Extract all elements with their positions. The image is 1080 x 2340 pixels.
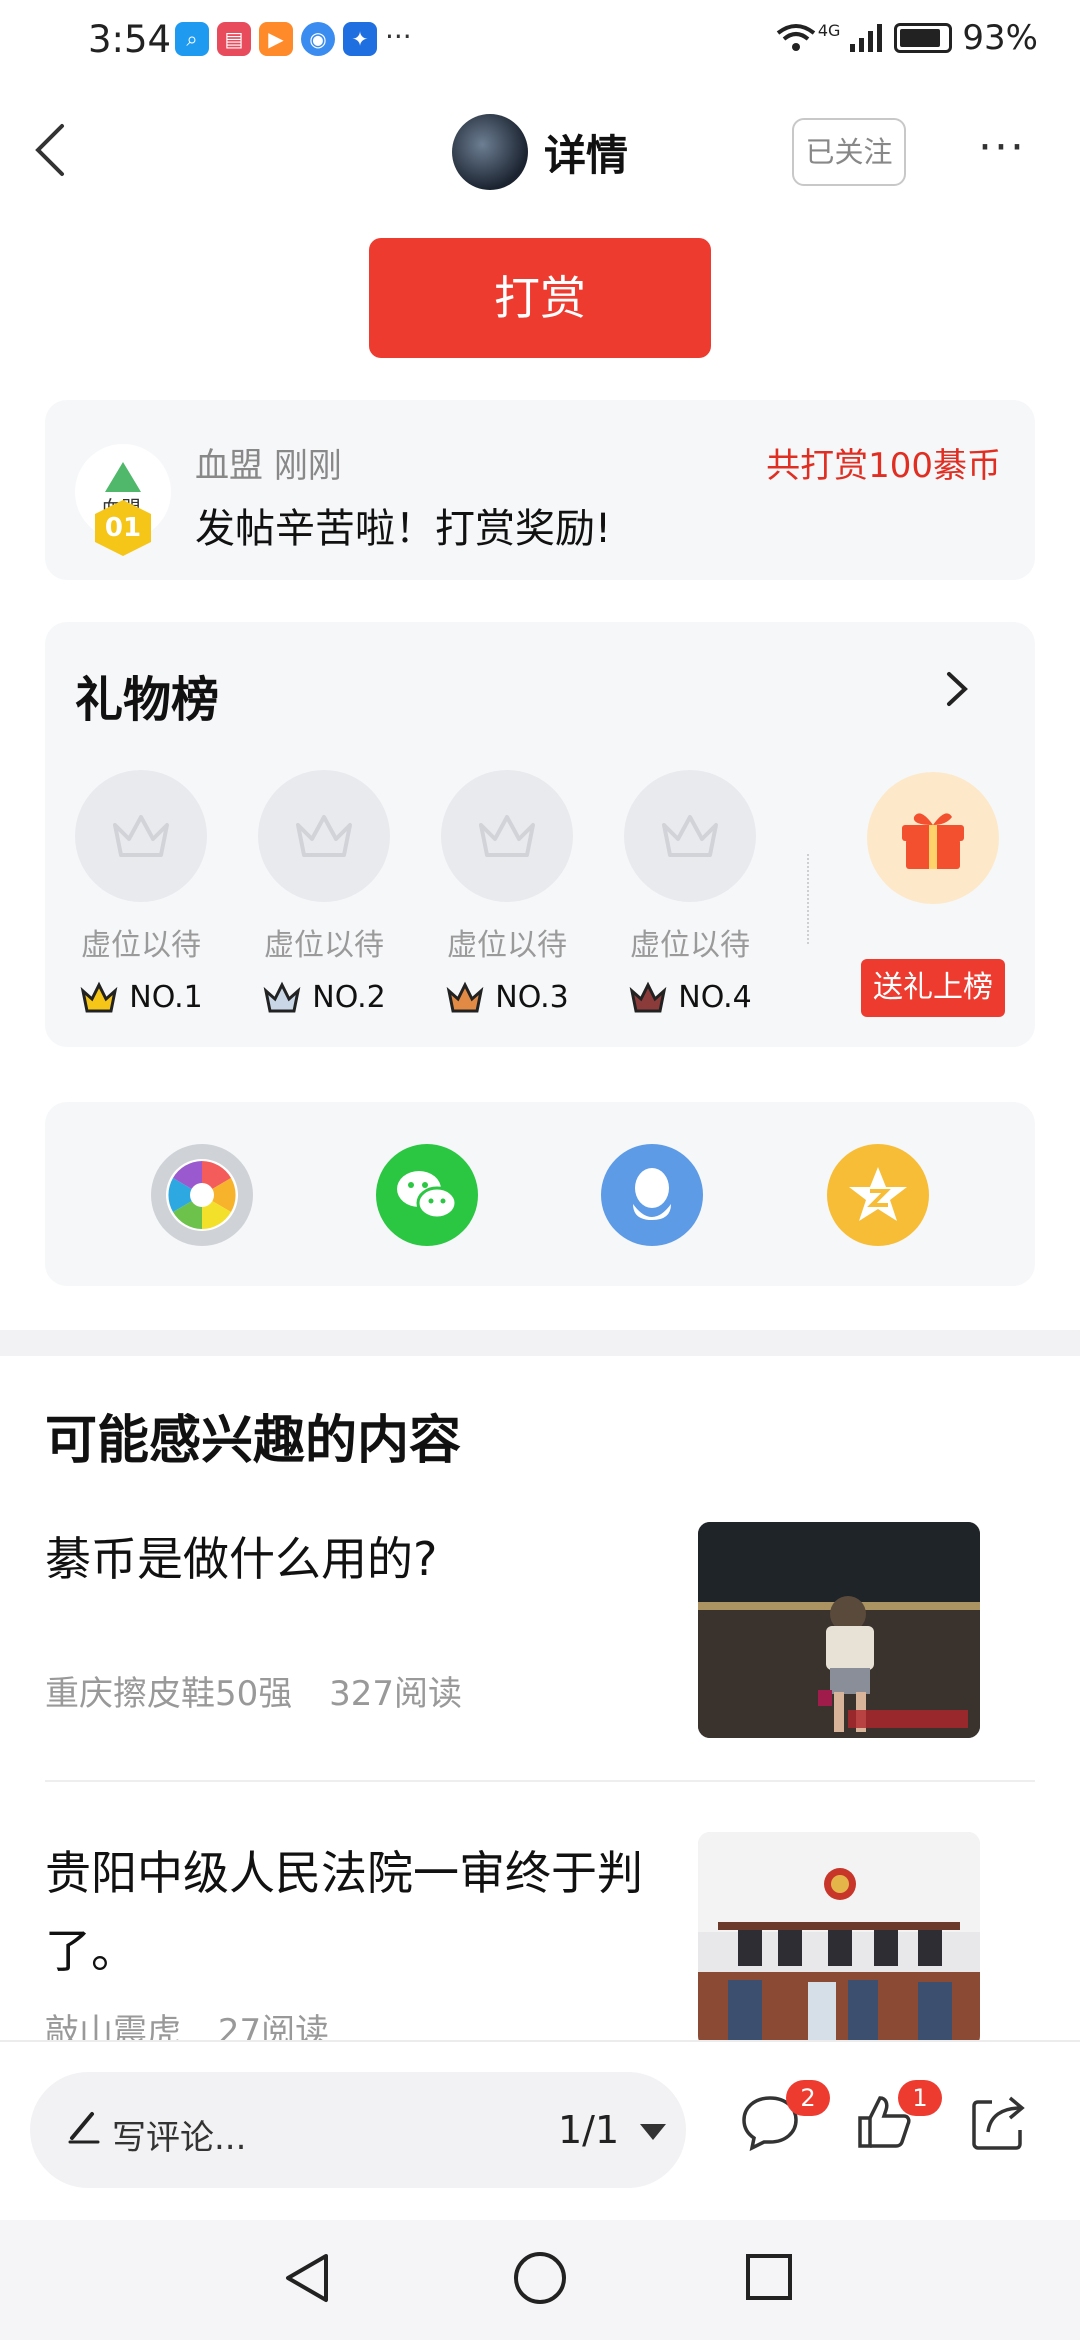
page-title: 详情 [544,131,629,180]
article-thumbnail [698,1522,980,1738]
network-type: 4G [817,20,841,40]
crown-placeholder-icon [75,770,207,902]
slot-label: 虚位以待 [81,928,201,963]
rank-label: NO.3 [495,980,569,1015]
rank-label: NO.2 [312,980,386,1015]
tips-app-icon: ✦ [343,22,377,56]
article-item[interactable]: 贵阳中级人民法院一审终于判了。 敲山震虎 27阅读 [45,1830,1035,2052]
send-gift-button[interactable]: 送礼上榜 [861,959,1005,1017]
tree-icon [105,462,141,492]
status-right: 4G 93% [776,18,1038,58]
bottom-bar: 写评论... 1/1 2 1 [0,2040,1080,2220]
share-card [45,1102,1035,1286]
system-nav-bar [0,2220,1080,2340]
slot-rank: NO.1 [75,980,207,1015]
article-divider [45,1780,1035,1782]
gold-crown-icon [80,981,118,1012]
signal-icon [850,24,883,52]
reward-total: 共打赏100綦币 [766,446,1001,486]
like-count-badge: 1 [898,2080,942,2116]
nav-recents-icon[interactable] [744,2252,794,2302]
article-title: 綦币是做什么用的? [45,1532,438,1586]
crown-placeholder-icon [624,770,756,902]
rank-label: NO.1 [129,980,203,1015]
rank-slot[interactable]: 虚位以待 NO.1 [75,770,207,1015]
battery-icon [894,23,953,53]
slot-divider [807,854,809,944]
more-options-icon[interactable]: ··· [978,126,1038,178]
rank-slot[interactable]: 虚位以待 NO.4 [624,770,756,1015]
header: 详情 已关注 ··· [0,100,1080,210]
recommend-title: 可能感兴趣的内容 [45,1411,462,1471]
slot-rank: NO.4 [624,980,756,1015]
qzone-icon[interactable] [827,1144,929,1246]
status-time: 3:54 [88,18,172,61]
caret-down-icon[interactable] [640,2124,666,2140]
video-app-icon: ▶ [259,22,293,56]
article-reads: 327阅读 [329,1674,462,1714]
share-icon[interactable] [966,2090,1030,2154]
author-avatar[interactable] [452,114,528,190]
search-app-icon: ⌕ [175,22,209,56]
more-notifications-icon: ··· [385,20,412,53]
article-title: 贵阳中级人民法院一审终于判了。 [45,1846,643,1978]
follow-button[interactable]: 已关注 [792,118,906,186]
rank-label: NO.4 [678,980,752,1015]
gift-rank-card: 礼物榜 虚位以待 NO.1 虚位以待 NO.2 虚位以待 NO.3 虚位以待 N… [45,622,1035,1047]
article-author: 重庆擦皮鞋50强 [45,1674,293,1714]
rank-slot[interactable]: 虚位以待 NO.3 [441,770,573,1015]
status-bar: 3:54 ⌕ ▤ ▶ ◉ ✦ ··· 4G 93% [0,0,1080,86]
wechat-icon[interactable] [376,1144,478,1246]
comment-placeholder: 写评论... [112,2118,247,2158]
silver-crown-icon [263,981,301,1012]
reader-app-icon: ▤ [217,22,251,56]
battery-level: 93% [962,18,1038,58]
reward-user-line: 血盟 刚刚 [195,438,342,487]
comment-count-badge: 2 [786,2080,830,2116]
back-icon[interactable] [22,118,86,182]
browser-app-icon: ◉ [301,22,335,56]
qq-icon[interactable] [601,1144,703,1246]
nav-back-icon[interactable] [282,2250,332,2306]
slot-rank: NO.2 [258,980,390,1015]
rank-slot[interactable]: 虚位以待 NO.2 [258,770,390,1015]
page-indicator[interactable]: 1/1 [558,2108,619,2152]
slot-label: 虚位以待 [264,928,384,963]
notification-icons: ⌕ ▤ ▶ ◉ ✦ ··· [175,22,412,56]
article-thumbnail [698,1832,980,2048]
bronze-crown-icon [446,981,484,1012]
crown-placeholder-icon [441,770,573,902]
tip-button[interactable]: 打赏 [369,238,711,358]
reward-card: 血盟 01 血盟 刚刚 发帖辛苦啦！打赏奖励! 共打赏100綦币 [45,400,1035,580]
pen-icon [68,2112,100,2144]
nav-home-icon[interactable] [512,2250,568,2306]
reward-user-name: 血盟 [195,446,263,486]
article-item[interactable]: 綦币是做什么用的? 重庆擦皮鞋50强 327阅读 [45,1520,1035,1740]
slot-rank: NO.3 [441,980,573,1015]
crown-placeholder-icon [258,770,390,902]
slot-label: 虚位以待 [447,928,567,963]
comment-input[interactable]: 写评论... 1/1 [30,2072,686,2188]
moments-icon[interactable] [151,1144,253,1246]
slot-label: 虚位以待 [630,928,750,963]
chevron-right-icon[interactable] [933,664,983,714]
reward-message: 发帖辛苦啦！打赏奖励! [195,506,612,552]
gift-rank-title: 礼物榜 [75,672,220,728]
article-meta: 重庆擦皮鞋50强 327阅读 [45,1666,462,1715]
gift-icon[interactable] [867,772,999,904]
dark-crown-icon [629,981,667,1012]
wifi-icon [776,24,816,51]
section-separator [0,1330,1080,1356]
reward-time: 刚刚 [273,446,342,486]
